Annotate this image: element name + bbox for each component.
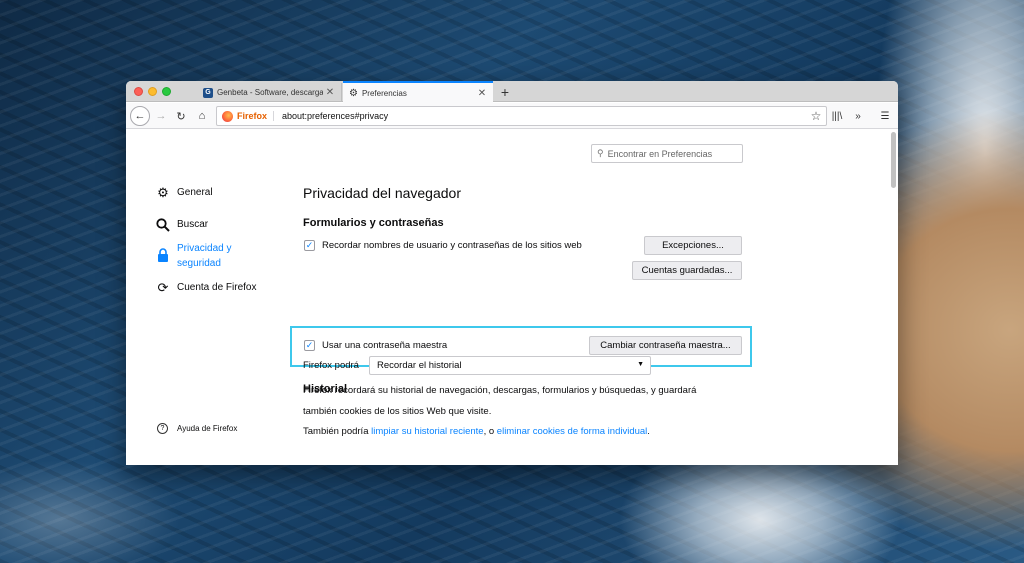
sidebar-item-search[interactable]: Buscar [155, 217, 247, 233]
close-tab-icon[interactable]: ✕ [323, 87, 337, 98]
period: . [647, 426, 650, 437]
back-button[interactable]: ← [130, 106, 150, 126]
sidebar-item-general[interactable]: ⚙ General [155, 185, 247, 201]
preferences-page: ⚲ ⚙ General Buscar Privacidad y segurida… [126, 130, 898, 465]
sidebar-item-label: Cuenta de Firefox [177, 282, 257, 293]
sidebar-item-label: Buscar [177, 219, 209, 230]
remember-logins-label: Recordar nombres de usuario y contraseña… [322, 240, 582, 251]
page-title: Privacidad del navegador [303, 185, 461, 201]
gear-icon: ⚙ [349, 87, 358, 99]
firefox-will-label: Firefox podrá [303, 360, 359, 371]
preferences-search-field[interactable]: ⚲ [591, 144, 743, 163]
history-mode-value: Recordar el historial [377, 360, 462, 371]
sync-icon: ⟳ [157, 280, 169, 295]
saved-logins-button[interactable]: Cuentas guardadas... [632, 261, 742, 280]
reload-button[interactable]: ↻ [173, 107, 189, 125]
sidebar-item-firefox-account[interactable]: ⟳ Cuenta de Firefox [155, 280, 277, 296]
search-icon: ⚲ [597, 148, 604, 158]
lock-icon [155, 247, 171, 263]
sidebar-item-label: General [177, 187, 213, 198]
search-icon [155, 217, 171, 233]
clear-history-link[interactable]: limpiar su historial reciente [371, 426, 483, 437]
master-password-row: ✓ Usar una contraseña maestra [304, 340, 447, 351]
dropdown-arrow-icon: ▼ [637, 361, 644, 368]
genbeta-favicon-icon: G [203, 87, 213, 98]
close-tab-icon[interactable]: ✕ [475, 88, 489, 99]
scrollbar[interactable] [891, 132, 896, 188]
tab-genbeta[interactable]: G Genbeta - Software, descargas ✕ [198, 83, 342, 102]
help-icon: ? [157, 423, 168, 434]
library-icon[interactable]: |||\ [829, 107, 845, 125]
sidebar-item-privacy[interactable]: Privacidad y seguridad [155, 241, 247, 271]
identity-label: Firefox [237, 111, 275, 121]
master-password-checkbox[interactable]: ✓ [304, 340, 315, 351]
remember-logins-row: ✓ Recordar nombres de usuario y contrase… [304, 240, 582, 251]
or-text: , o [483, 426, 497, 437]
home-button[interactable]: ⌂ [194, 107, 210, 125]
forms-heading: Formularios y contraseñas [303, 217, 444, 229]
remember-logins-checkbox[interactable]: ✓ [304, 240, 315, 251]
history-description-line2: también cookies de los sitios Web que vi… [303, 406, 492, 417]
minimize-window-button[interactable] [148, 87, 157, 96]
history-also-text: También podría limpiar su historial reci… [303, 426, 650, 437]
tab-title: Genbeta - Software, descargas [217, 88, 323, 97]
zoom-window-button[interactable] [162, 87, 171, 96]
search-input[interactable] [607, 148, 738, 159]
also-prefix: También podría [303, 426, 372, 437]
tab-preferencias[interactable]: ⚙ Preferencias ✕ [343, 81, 493, 103]
forward-button[interactable]: → [153, 107, 169, 125]
overflow-chevron-icon[interactable]: » [850, 107, 866, 125]
close-window-button[interactable] [134, 87, 143, 96]
tab-title: Preferencias [361, 88, 407, 98]
gear-icon: ⚙ [157, 185, 169, 200]
title-bar: G Genbeta - Software, descargas ✕ ⚙ Pref… [126, 81, 898, 103]
navigation-toolbar: ← → ↻ ⌂ Firefox about:preferences#privac… [126, 103, 898, 129]
help-label: Ayuda de Firefox [177, 424, 238, 433]
hamburger-menu-icon[interactable]: ☰ [877, 107, 893, 125]
sidebar-item-label: Privacidad y seguridad [177, 243, 232, 269]
url-bar[interactable]: Firefox about:preferences#privacy ☆ [216, 106, 827, 126]
url-text[interactable]: about:preferences#privacy [282, 111, 808, 121]
history-mode-select[interactable]: Recordar el historial ▼ [369, 356, 651, 375]
new-tab-button[interactable]: + [496, 82, 514, 101]
firefox-window: G Genbeta - Software, descargas ✕ ⚙ Pref… [126, 81, 898, 465]
history-description-line1: Firefox recordará su historial de navega… [303, 385, 697, 396]
firefox-help-link[interactable]: ? Ayuda de Firefox [157, 423, 237, 434]
exceptions-button[interactable]: Excepciones... [644, 236, 742, 255]
change-master-password-button[interactable]: Cambiar contraseña maestra... [589, 336, 742, 355]
master-password-label: Usar una contraseña maestra [322, 340, 448, 351]
firefox-logo-icon [222, 110, 233, 122]
bookmark-star-icon[interactable]: ☆ [808, 109, 824, 123]
remove-cookies-link[interactable]: eliminar cookies de forma individual [497, 426, 648, 437]
